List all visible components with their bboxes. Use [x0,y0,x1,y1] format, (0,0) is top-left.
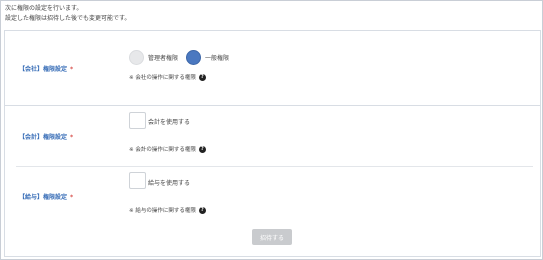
use-payroll-label[interactable]: 給与を使用する [148,178,190,187]
invite-button[interactable]: 招待する [252,229,292,245]
required-marker: * [70,194,74,201]
section-divider [16,166,533,167]
use-payroll-checkbox[interactable] [129,172,146,189]
permission-settings-panel: 次に権限の設定を行います。 設定した権限は招待した後でも変更可能です。 【会社】… [0,0,543,260]
admin-permission-radio[interactable] [129,50,144,65]
company-permission-label-text: 【会社】権限設定 [19,66,68,73]
help-icon[interactable]: ? [198,145,206,153]
accounting-permission-label-text: 【会計】権限設定 [19,134,68,141]
help-icon[interactable]: ? [198,73,206,81]
general-permission-label[interactable]: 一般権限 [205,53,229,62]
payroll-permission-note: ※ 給与の操作に関する権限 ? [129,206,206,214]
accounting-permission-note: ※ 会計の操作に関する権限 ? [129,145,206,153]
intro-line-1: 次に権限の設定を行います。 [5,5,83,12]
payroll-permission-note-text: ※ 給与の操作に関する権限 [129,208,196,214]
intro-text: 次に権限の設定を行います。 設定した権限は招待した後でも変更可能です。 [5,4,130,24]
admin-permission-label[interactable]: 管理者権限 [148,53,178,62]
accounting-permission-label: 【会計】権限設定 * [19,132,73,141]
required-marker: * [70,66,74,73]
accounting-permission-note-text: ※ 会計の操作に関する権限 [129,147,196,153]
company-permission-radio-group: 管理者権限 一般権限 [129,50,237,65]
company-permission-section: 【会社】権限設定 * 管理者権限 一般権限 ※ 会社の操作に関する権限 ? [4,30,541,107]
required-marker: * [70,134,74,141]
company-permission-note-text: ※ 会社の操作に関する権限 [129,75,196,81]
company-permission-note: ※ 会社の操作に関する権限 ? [129,73,206,81]
general-permission-radio[interactable] [186,50,202,65]
payroll-permission-label: 【給与】権限設定 * [19,192,73,201]
company-permission-label: 【会社】権限設定 * [19,64,73,73]
intro-line-2: 設定した権限は招待した後でも変更可能です。 [5,15,131,22]
payroll-permission-label-text: 【給与】権限設定 [19,194,68,201]
use-accounting-label[interactable]: 会計を使用する [148,117,190,126]
use-accounting-checkbox[interactable] [129,112,146,129]
help-icon[interactable]: ? [198,206,206,214]
